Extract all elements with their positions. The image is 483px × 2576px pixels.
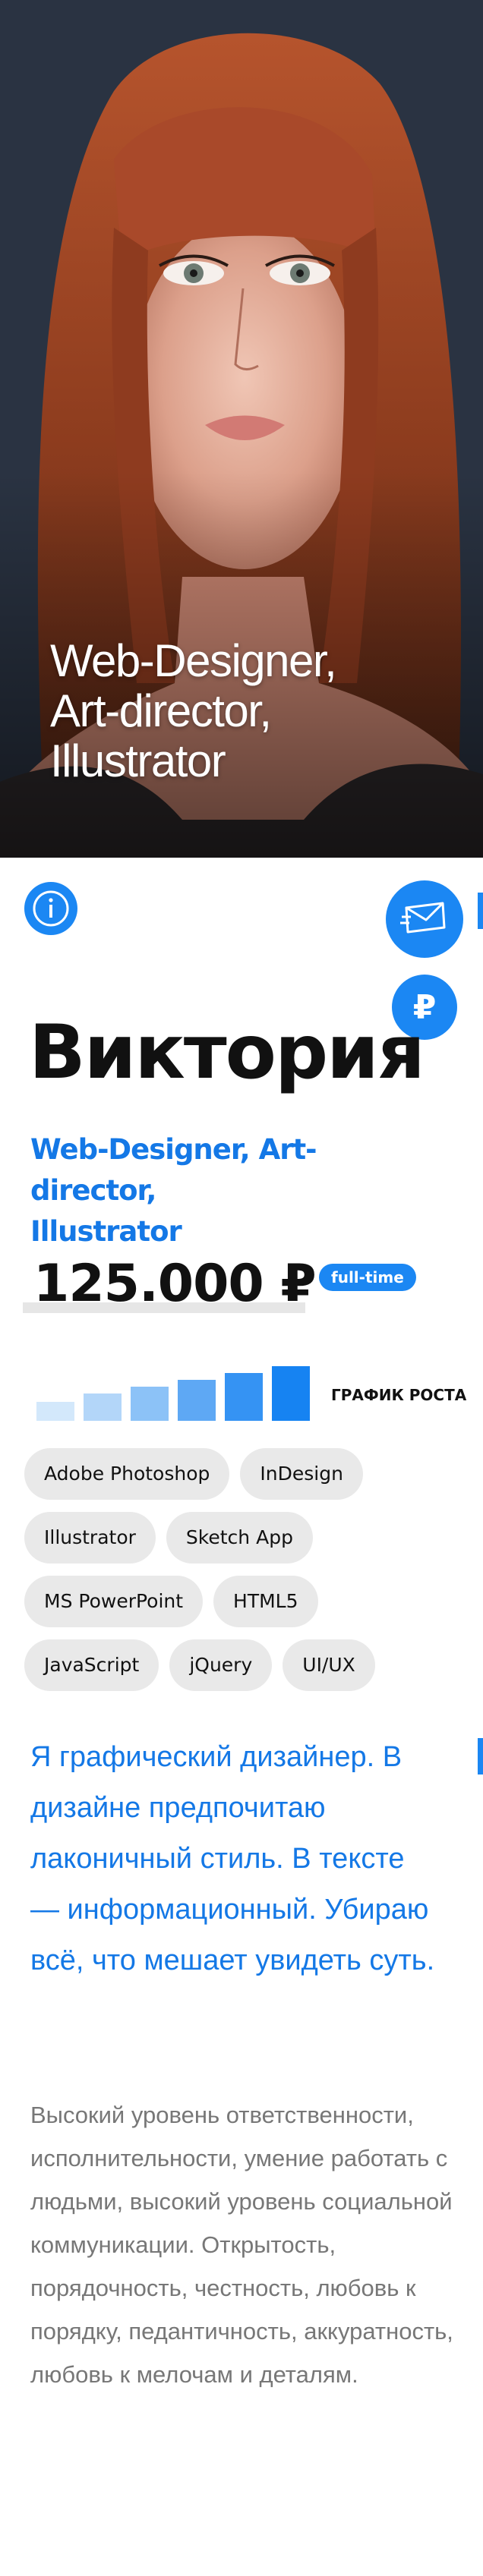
growth-bar (178, 1380, 216, 1421)
growth-bar (225, 1373, 263, 1421)
scroll-indicator (478, 1738, 483, 1775)
skill-chip[interactable]: JavaScript (24, 1639, 159, 1691)
skill-chip[interactable]: Adobe Photoshop (24, 1448, 230, 1500)
skill-chip[interactable]: jQuery (169, 1639, 273, 1691)
hero-title: Web-Designer, Art-director, Illustrator (50, 635, 337, 786)
skill-chip[interactable]: InDesign (240, 1448, 363, 1500)
info-icon (33, 890, 69, 927)
mail-icon (400, 902, 446, 934)
about-lead: Я графический дизайнер. В дизайне предпо… (30, 1741, 435, 1976)
profile-name: Виктория (29, 1009, 425, 1096)
growth-bar (272, 1366, 310, 1421)
contact-mail-button[interactable] (386, 880, 463, 958)
skill-chip[interactable]: MS PowerPoint (24, 1576, 204, 1627)
employment-badge: full-time (319, 1264, 416, 1291)
salary-amount: 125.000 ₽ (33, 1254, 317, 1314)
skill-chip[interactable]: UI/UX (283, 1639, 375, 1691)
skills-list: Adobe Photoshop InDesign Illustrator Sketch… (24, 1448, 450, 1691)
skill-chip[interactable]: HTML5 (213, 1576, 318, 1627)
hero-banner: Web-Designer, Art-director, Illustrator (0, 0, 483, 858)
growth-chart (36, 1366, 310, 1421)
growth-bar (36, 1402, 74, 1421)
about-details: Высокий уровень ответственности, исполни… (30, 2102, 453, 2388)
profile-subtitle: Web-Designer, Art-director, Illustrator (30, 1133, 317, 1248)
skill-chip[interactable]: Illustrator (24, 1512, 156, 1564)
info-button[interactable] (24, 882, 77, 935)
growth-bar (84, 1393, 122, 1421)
scroll-indicator (478, 893, 483, 929)
growth-label: ГРАФИК РОСТА (331, 1386, 467, 1404)
growth-bar (131, 1387, 169, 1421)
skill-chip[interactable]: Sketch App (166, 1512, 313, 1564)
